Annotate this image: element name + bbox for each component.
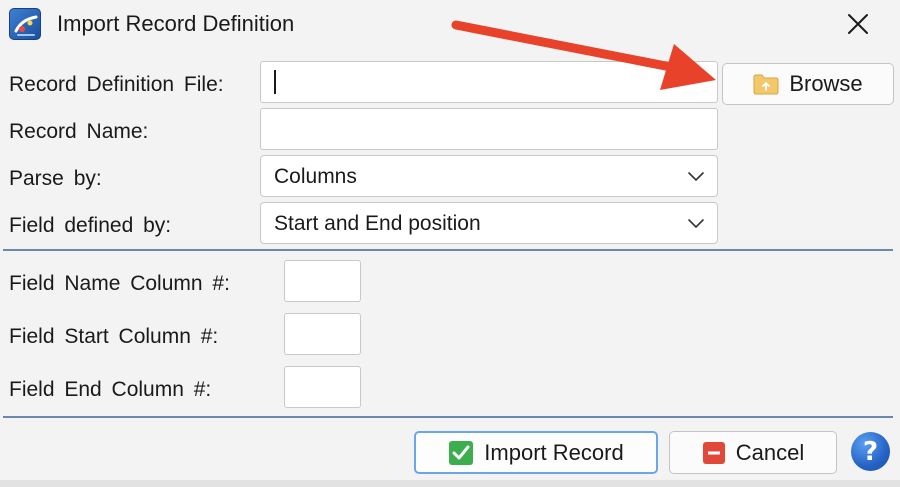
close-button[interactable] xyxy=(832,4,884,44)
import-record-button-label: Import Record xyxy=(484,439,624,465)
record-name-label: Record Name: xyxy=(9,120,149,143)
text-caret xyxy=(274,70,276,94)
import-record-button[interactable]: Import Record xyxy=(414,431,658,474)
browse-button-label: Browse xyxy=(789,71,863,96)
minus-icon xyxy=(702,441,725,464)
field-defined-by-label: Field defined by: xyxy=(9,214,172,237)
field-defined-by-value: Start and End position xyxy=(274,212,481,235)
bottom-edge xyxy=(0,480,900,487)
footer-divider xyxy=(3,416,893,418)
record-definition-file-input[interactable] xyxy=(260,61,718,103)
window-title: Import Record Definition xyxy=(57,11,295,36)
parse-by-select[interactable]: Columns xyxy=(260,155,718,197)
app-logo-icon xyxy=(9,8,41,40)
field-end-column-input[interactable] xyxy=(284,366,361,408)
section-divider xyxy=(3,249,893,251)
browse-button[interactable]: Browse xyxy=(722,63,894,105)
cancel-button-label: Cancel xyxy=(735,439,805,465)
close-icon xyxy=(848,14,868,34)
parse-by-value: Columns xyxy=(274,165,357,188)
field-start-column-input[interactable] xyxy=(284,313,361,355)
chevron-down-icon xyxy=(688,219,704,229)
title-bar: Import Record Definition xyxy=(0,0,900,50)
field-start-column-label: Field Start Column #: xyxy=(9,325,219,348)
record-definition-file-label: Record Definition File: xyxy=(9,73,224,96)
checkmark-icon xyxy=(449,440,474,465)
parse-by-label: Parse by: xyxy=(9,167,102,190)
help-icon: ? xyxy=(862,436,879,467)
field-name-column-label: Field Name Column #: xyxy=(9,272,230,295)
field-end-column-label: Field End Column #: xyxy=(9,378,212,401)
help-button[interactable]: ? xyxy=(851,432,890,471)
field-name-column-input[interactable] xyxy=(284,260,361,302)
import-record-definition-dialog: Import Record Definition Record Definiti… xyxy=(0,0,900,487)
folder-icon xyxy=(753,74,779,95)
cancel-button[interactable]: Cancel xyxy=(669,431,837,474)
field-defined-by-select[interactable]: Start and End position xyxy=(260,202,718,244)
record-name-input[interactable] xyxy=(260,108,718,150)
chevron-down-icon xyxy=(688,172,704,182)
